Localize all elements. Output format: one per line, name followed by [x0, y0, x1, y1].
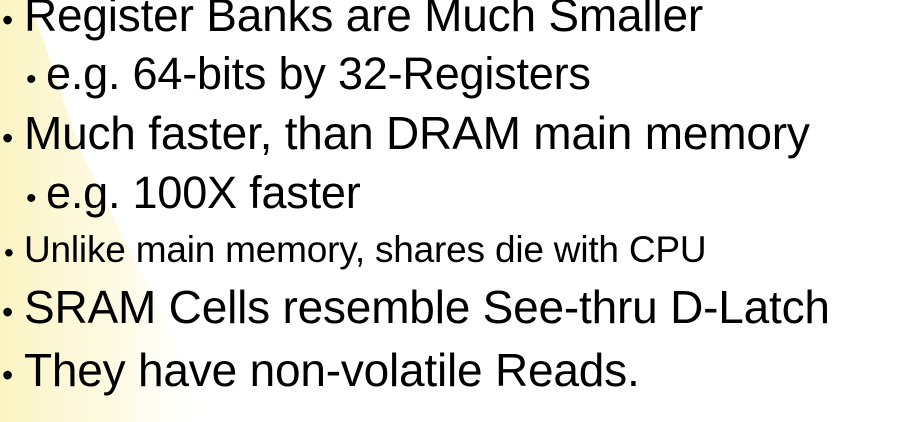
bullet-item: • Unlike main memory, shares die with CP… [4, 229, 707, 271]
bullet-item: • Much faster, than DRAM main memory [2, 106, 810, 160]
bullet-item: • e.g. 100X faster [26, 167, 361, 219]
bullet-text: SRAM Cells resemble See-thru D-Latch [24, 281, 830, 333]
bullet-item: • They have non-volatile Reads. [2, 343, 640, 397]
bullet-dot: • [2, 2, 14, 38]
slide: • Register Banks are Much Smaller • e.g.… [0, 0, 924, 422]
bullet-dot: • [2, 357, 14, 393]
bullet-dot: • [4, 237, 14, 268]
bullet-list: • Register Banks are Much Smaller • e.g.… [0, 0, 924, 422]
bullet-item: • e.g. 64-bits by 32-Registers [26, 48, 591, 100]
bullet-item: • SRAM Cells resemble See-thru D-Latch [2, 280, 830, 334]
bullet-dot: • [2, 120, 14, 156]
bullet-text: e.g. 100X faster [46, 167, 361, 218]
bullet-dot: • [26, 182, 37, 215]
bullet-text: They have non-volatile Reads. [24, 344, 640, 396]
bullet-item: • Register Banks are Much Smaller [2, 0, 703, 42]
bullet-dot: • [26, 63, 37, 96]
bullet-text: Unlike main memory, shares die with CPU [24, 229, 707, 270]
bullet-dot: • [2, 294, 14, 330]
bullet-text: Register Banks are Much Smaller [24, 0, 703, 41]
bullet-text: Much faster, than DRAM main memory [24, 107, 810, 159]
bullet-text: e.g. 64-bits by 32-Registers [46, 48, 591, 99]
